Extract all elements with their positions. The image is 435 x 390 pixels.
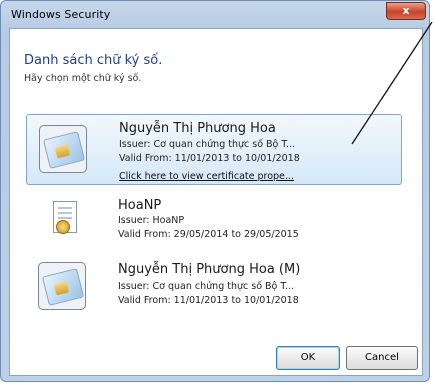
annotation-line [351,21,433,145]
